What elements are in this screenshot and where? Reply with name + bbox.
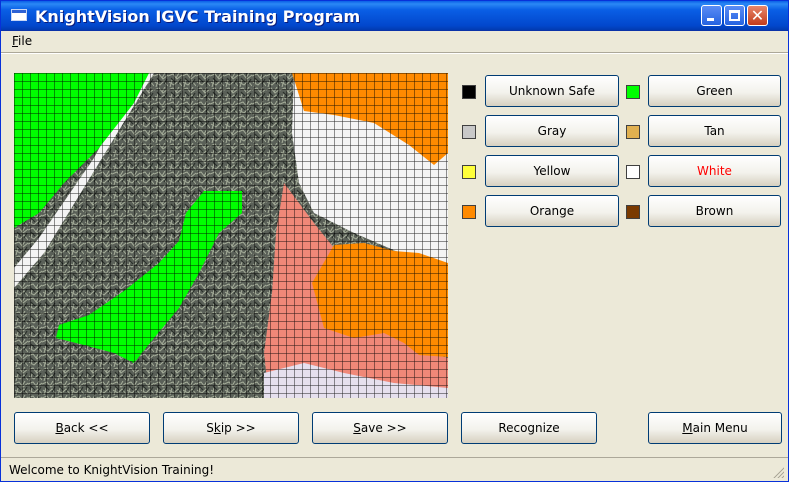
swatch-brown <box>626 205 640 219</box>
class-tan-button[interactable]: Tan <box>648 115 781 147</box>
app-window: KnightVision IGVC Training Program ✕ Fil… <box>0 0 789 482</box>
save-button[interactable]: Save >> <box>312 412 448 444</box>
maximize-icon <box>729 10 740 21</box>
back-button[interactable]: Back << <box>14 412 150 444</box>
menu-separator <box>1 52 788 54</box>
minimize-icon <box>707 18 714 21</box>
menu-bar: File <box>1 31 788 52</box>
swatch-tan <box>626 125 640 139</box>
app-window-icon <box>11 9 27 21</box>
status-bar: Welcome to KnightVision Training! <box>1 457 788 482</box>
recognize-button[interactable]: Recognize <box>461 412 597 444</box>
swatch-green <box>626 85 640 99</box>
class-yellow-button[interactable]: Yellow <box>485 155 619 187</box>
main-menu-button[interactable]: Main Menu <box>648 412 782 444</box>
swatch-white <box>626 165 640 179</box>
skip-button[interactable]: Skip >> <box>163 412 299 444</box>
window-title: KnightVision IGVC Training Program <box>35 7 361 26</box>
class-orange-button[interactable]: Orange <box>485 195 619 227</box>
resize-grip-icon[interactable] <box>772 466 784 478</box>
class-gray-button[interactable]: Gray <box>485 115 619 147</box>
menu-file[interactable]: File <box>12 34 32 48</box>
class-brown-button[interactable]: Brown <box>648 195 781 227</box>
maximize-button[interactable] <box>724 5 745 26</box>
swatch-orange <box>462 205 476 219</box>
swatch-gray <box>462 125 476 139</box>
close-icon: ✕ <box>750 6 765 25</box>
swatch-unknown-safe <box>462 85 476 99</box>
class-white-button[interactable]: White <box>648 155 781 187</box>
class-green-button[interactable]: Green <box>648 75 781 107</box>
minimize-button[interactable] <box>701 5 722 26</box>
status-text: Welcome to KnightVision Training! <box>9 463 215 477</box>
swatch-yellow <box>462 165 476 179</box>
training-image-grid[interactable] <box>14 73 448 398</box>
close-button[interactable]: ✕ <box>747 5 768 26</box>
title-bar[interactable]: KnightVision IGVC Training Program ✕ <box>1 1 788 31</box>
class-unknown-safe-button[interactable]: Unknown Safe <box>485 75 619 107</box>
